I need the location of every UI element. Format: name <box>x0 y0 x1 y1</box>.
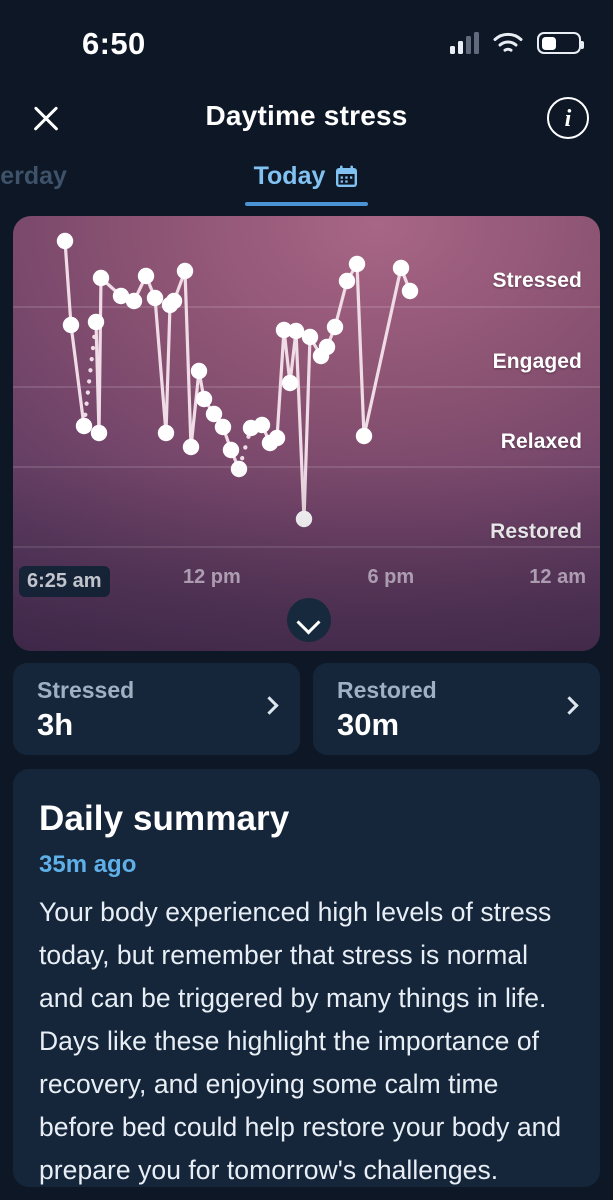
chevron-down-icon[interactable] <box>287 598 331 642</box>
daily-summary-timestamp: 35m ago <box>39 851 137 878</box>
tab-today[interactable]: Today <box>0 162 613 191</box>
info-glyph: i <box>564 106 572 132</box>
stat-card-value: 3h <box>37 707 74 742</box>
battery-icon <box>537 32 584 54</box>
stat-card-value: 30m <box>337 707 400 742</box>
chart-x-label: 6 pm <box>367 566 415 588</box>
stat-card-stressed[interactable]: Stressed 3h <box>13 663 300 755</box>
chart-x-label: 12 am <box>529 566 586 588</box>
stat-card-label: Restored <box>337 677 437 703</box>
stress-chart-card[interactable]: Stressed Engaged Relaxed Restored 6:25 am 12… <box>13 216 600 651</box>
page-title: Daytime stress <box>205 100 408 131</box>
status-bar: 6:50 <box>0 0 613 78</box>
wifi-icon <box>493 32 523 54</box>
chart-x-label: 12 pm <box>183 566 241 588</box>
chart-y-label: Stressed <box>492 269 582 292</box>
chevron-right-icon <box>260 696 279 715</box>
chart-y-label: Relaxed <box>500 430 582 453</box>
status-bar-time: 6:50 <box>82 26 146 61</box>
tab-today-label: Today <box>253 162 326 190</box>
status-bar-indicators <box>450 32 584 54</box>
chevron-right-icon <box>560 696 579 715</box>
app-screen: 6:50 Daytime stress i sterday Today <box>0 0 613 1200</box>
cellular-signal-icon <box>450 32 479 54</box>
calendar-icon <box>334 164 359 189</box>
chart-y-label: Restored <box>490 520 582 543</box>
info-icon[interactable]: i <box>547 97 589 139</box>
daily-summary-card: Daily summary 35m ago Your body experien… <box>13 769 600 1187</box>
daily-summary-title: Daily summary <box>39 799 290 838</box>
chart-y-label: Engaged <box>492 350 582 373</box>
tab-active-indicator <box>245 202 368 206</box>
stat-card-restored[interactable]: Restored 30m <box>313 663 600 755</box>
tab-bar: sterday Today <box>0 156 613 208</box>
chart-x-label-current: 6:25 am <box>19 566 110 597</box>
stat-card-label: Stressed <box>37 677 135 703</box>
daily-summary-body: Your body experienced high levels of str… <box>39 897 562 1185</box>
navigation-bar: Daytime stress i <box>0 86 613 150</box>
